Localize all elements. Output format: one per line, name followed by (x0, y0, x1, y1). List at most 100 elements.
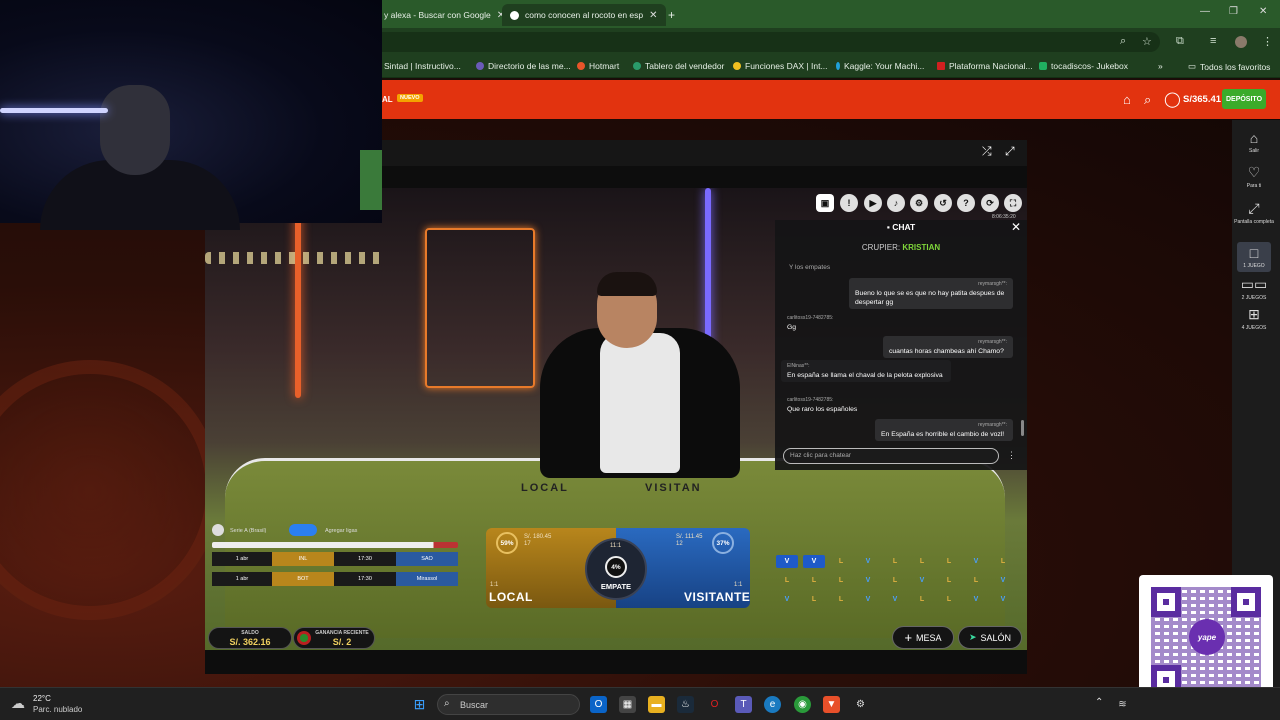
match-row[interactable]: 1 abr BOT 17:30 Mirassol (212, 572, 458, 586)
bookmark-item[interactable]: Hotmart (577, 61, 619, 71)
roadmap-cell: L (784, 577, 790, 584)
league-name[interactable]: Serie A (Brasil) (230, 528, 266, 534)
teams-icon[interactable]: T (735, 696, 752, 713)
add-leagues-link[interactable]: Agregar ligas (325, 528, 357, 534)
weather-description[interactable]: Parc. nublado (33, 705, 82, 714)
opera-icon[interactable]: O (706, 696, 723, 713)
shuffle-icon[interactable]: ⤮ (982, 144, 992, 159)
bookmark-item[interactable]: Kaggle: Your Machi... (836, 61, 924, 71)
settings-icon[interactable]: ⚙ (852, 696, 869, 713)
bookmark-item[interactable]: Funciones DAX | Int... (733, 61, 828, 71)
close-icon[interactable]: ✕ (649, 10, 657, 21)
extensions-icon[interactable]: ⧉ (1176, 35, 1184, 48)
browser-tab[interactable]: y alexa - Buscar con Google ✕ (376, 4, 513, 26)
sidebar-item-1-game[interactable]: □ 1 JUEGO (1237, 242, 1271, 272)
match-row[interactable]: 1 abr INL 17:30 SAO (212, 552, 458, 566)
roadmap-cell: V (973, 558, 979, 565)
brave-icon[interactable]: ▼ (823, 696, 840, 713)
roadmap-cell: V (776, 555, 798, 568)
profile-avatar[interactable] (1235, 36, 1247, 48)
background-light (360, 150, 382, 210)
zoom-icon[interactable]: ⌕ (1120, 35, 1126, 48)
add-table-button[interactable]: + MESA (892, 626, 954, 649)
edge-icon[interactable]: e (764, 696, 781, 713)
sidebar-item-4-games[interactable]: ⊞ 4 JUEGOS (1232, 306, 1276, 331)
deposit-button[interactable]: DEPÓSITO (1222, 89, 1266, 109)
arrow-right-icon: ➤ (968, 632, 977, 642)
neon-bar (0, 108, 108, 113)
local-percentage: 59% (496, 532, 518, 554)
sidebar-item-for-you[interactable]: ♡ Para ti (1232, 164, 1276, 189)
gift-icon[interactable]: ⌂ (1123, 92, 1131, 107)
chat-scrollbar[interactable] (1021, 420, 1024, 436)
expand-icon[interactable]: ⤢ (1005, 144, 1015, 159)
search-icon[interactable]: ⌕ (1144, 92, 1151, 108)
draw-percentage: 4% (605, 556, 627, 578)
browser-tab[interactable]: como conocen al rocoto en esp ✕ (502, 4, 666, 26)
dealer-shirt (600, 333, 680, 473)
windows-start-icon[interactable]: ⊞ (411, 696, 428, 713)
add-league-toggle[interactable] (289, 524, 317, 536)
history-icon[interactable]: ↺ (934, 194, 952, 212)
outlook-icon[interactable]: O (590, 696, 607, 713)
all-favorites[interactable]: ▭ Todos los favoritos (1188, 61, 1270, 72)
chat-icon[interactable]: ▣ (816, 194, 834, 212)
roadmap-cell: L (838, 558, 844, 565)
system-tray-chevron-icon[interactable]: ⌃ (1095, 697, 1103, 708)
fullscreen-icon[interactable]: ⛶ (1004, 194, 1022, 212)
roadmap-cell: L (838, 596, 844, 603)
bookmark-item[interactable]: Plataforma Nacional... (937, 61, 1033, 71)
bookmark-item[interactable]: tocadiscos- Jukebox (1039, 61, 1128, 71)
bookmark-item[interactable]: Sintad | Instructivo... (384, 61, 461, 71)
settings-icon[interactable]: ⚙ (910, 194, 928, 212)
account-balance[interactable]: S/365.41 (1183, 94, 1221, 105)
local-odds: 1:1 (490, 582, 499, 588)
file-explorer-icon[interactable]: ▬ (648, 696, 665, 713)
media-icon[interactable]: ≡ (1210, 35, 1216, 47)
bookmark-item[interactable]: Directorio de las me... (476, 61, 571, 71)
menu-icon[interactable]: ⋮ (1262, 35, 1273, 48)
roadmap-cell: V (892, 596, 898, 603)
chrome-icon[interactable]: ◉ (794, 696, 811, 713)
bet-spot-empate[interactable]: 11:1 4% EMPATE (585, 538, 647, 600)
roadmap-cell: L (838, 577, 844, 584)
chat-panel: ▪ CHAT ✕ CRUPIER: KRISTIAN Y los empates… (775, 220, 1027, 470)
sound-icon[interactable]: ♪ (887, 194, 905, 212)
weather-temperature[interactable]: 22°C (33, 694, 51, 703)
warning-icon[interactable]: ! (840, 194, 858, 212)
video-icon[interactable]: ▶ (864, 194, 882, 212)
soccer-ball-icon (212, 524, 224, 536)
search-icon: ⌕ (444, 698, 450, 709)
minimize-icon[interactable]: — (1200, 6, 1210, 17)
neon-light (295, 208, 301, 398)
chat-input[interactable]: Haz clic para chatear (783, 448, 999, 464)
dealer-hair (597, 272, 657, 296)
results-roadmap: VVLVLLLVLLLLVLVLLVVLLVVLLVV (776, 555, 1020, 609)
lobby-button[interactable]: ➤ SALÓN (958, 626, 1022, 649)
close-icon[interactable]: ✕ (1011, 220, 1021, 234)
taskbar-search[interactable]: Buscar (437, 694, 580, 715)
user-icon[interactable]: ◯ (1164, 90, 1181, 108)
store-icon[interactable]: ▦ (619, 696, 636, 713)
sidebar-item-exit[interactable]: ⌂ Salir (1232, 130, 1276, 154)
more-bookmarks-icon[interactable]: » (1158, 61, 1163, 71)
sidebar-item-fullscreen[interactable]: ⤢ Pantalla completa (1232, 200, 1276, 225)
sidebar-item-2-games[interactable]: ▭▭ 2 JUEGOS (1232, 276, 1276, 301)
restore-icon[interactable]: ❐ (1229, 6, 1238, 17)
roadmap-cell: V (1000, 596, 1006, 603)
two-games-icon: ▭▭ (1240, 276, 1268, 292)
more-icon[interactable]: ⋮ (1007, 450, 1016, 461)
wifi-icon[interactable]: ≋ (1114, 696, 1131, 713)
steam-icon[interactable]: ♨ (677, 696, 694, 713)
help-icon[interactable]: ? (957, 194, 975, 212)
bookmark-item[interactable]: Tablero del vendedor (633, 61, 724, 71)
close-window-icon[interactable]: ✕ (1259, 6, 1267, 17)
fullscreen-icon: ⤢ (1248, 200, 1260, 216)
bookmark-icon (577, 62, 585, 70)
streamer-face (100, 85, 170, 175)
star-icon[interactable]: ☆ (1142, 35, 1152, 48)
plus-icon: + (904, 630, 913, 645)
refresh-icon[interactable]: ⟳ (981, 194, 999, 212)
taskbar: ☁ 22°C Parc. nublado ⊞ Buscar ⌕ O ▦ ▬ ♨ … (0, 687, 1280, 720)
new-tab-button[interactable]: + (660, 4, 683, 26)
